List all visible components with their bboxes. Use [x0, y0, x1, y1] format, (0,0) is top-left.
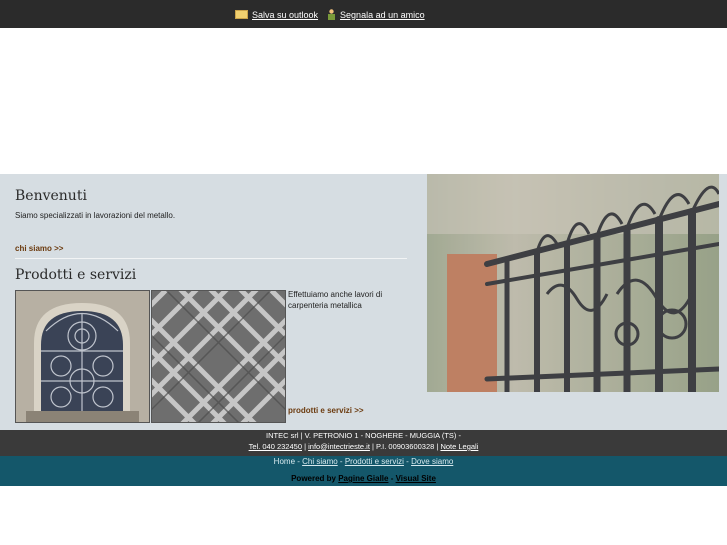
visual-site-link[interactable]: Visual Site	[396, 474, 436, 483]
save-outlook-label: Salva su outlook	[252, 9, 319, 20]
products-link[interactable]: prodotti e servizi >>	[288, 406, 364, 415]
top-links: Salva su outlook Segnala ad un amico	[235, 9, 425, 20]
phone-link[interactable]: Tel. 040 232450	[249, 442, 302, 451]
friend-icon	[328, 9, 336, 20]
gate-photo	[427, 174, 719, 392]
products-title: Prodotti e servizi	[15, 267, 137, 283]
main-section: Benvenuti Siamo specializzati in lavoraz…	[0, 174, 727, 430]
powered-label: Powered by	[291, 474, 339, 483]
tell-friend-label: Segnala ad un amico	[340, 9, 425, 20]
nav-separator: -	[403, 457, 412, 466]
top-bar: Salva su outlook Segnala ad un amico	[0, 0, 727, 28]
footer-contact: INTEC srl | V. PETRONIO 1 - NOGHERE - MU…	[0, 430, 727, 456]
about-link[interactable]: chi siamo >>	[15, 244, 63, 253]
metal-lattice-image[interactable]	[151, 290, 286, 423]
footer-navigation: Home - Chi siamo - Prodotti e servizi - …	[0, 457, 727, 466]
contact-line: Tel. 040 232450 | info@intectrieste.it |…	[0, 442, 727, 451]
powered-by: Powered by Pagine Gialle - Visual Site	[0, 474, 727, 483]
nav-separator: -	[337, 457, 345, 466]
pagine-gialle-link[interactable]: Pagine Gialle	[338, 474, 388, 483]
nav-home[interactable]: Home	[274, 457, 295, 466]
powered-separator: -	[388, 474, 396, 483]
products-description: Effettuiamo anche lavori di carpenteria …	[288, 290, 383, 310]
save-outlook-link[interactable]: Salva su outlook	[235, 10, 318, 20]
nav-products[interactable]: Prodotti e servizi	[345, 457, 404, 466]
nav-about[interactable]: Chi siamo	[302, 457, 338, 466]
vat-text: | P.I. 00903600328 |	[369, 442, 441, 451]
section-divider	[15, 258, 407, 259]
company-line: INTEC srl | V. PETRONIO 1 - NOGHERE - MU…	[265, 431, 462, 440]
tell-friend-link[interactable]: Segnala ad un amico	[327, 9, 425, 20]
welcome-title: Benvenuti	[15, 188, 87, 204]
ironwork-window-image[interactable]	[15, 290, 150, 423]
left-column: Benvenuti Siamo specializzati in lavoraz…	[15, 174, 407, 430]
legal-notes-link[interactable]: Note Legali	[440, 442, 478, 451]
outlook-icon	[235, 10, 248, 19]
email-link[interactable]: info@intectrieste.it	[308, 442, 370, 451]
nav-location[interactable]: Dove siamo	[411, 457, 453, 466]
footer-nav: Home - Chi siamo - Prodotti e servizi - …	[0, 456, 727, 486]
welcome-text: Siamo specializzati in lavorazioni del m…	[15, 211, 176, 220]
